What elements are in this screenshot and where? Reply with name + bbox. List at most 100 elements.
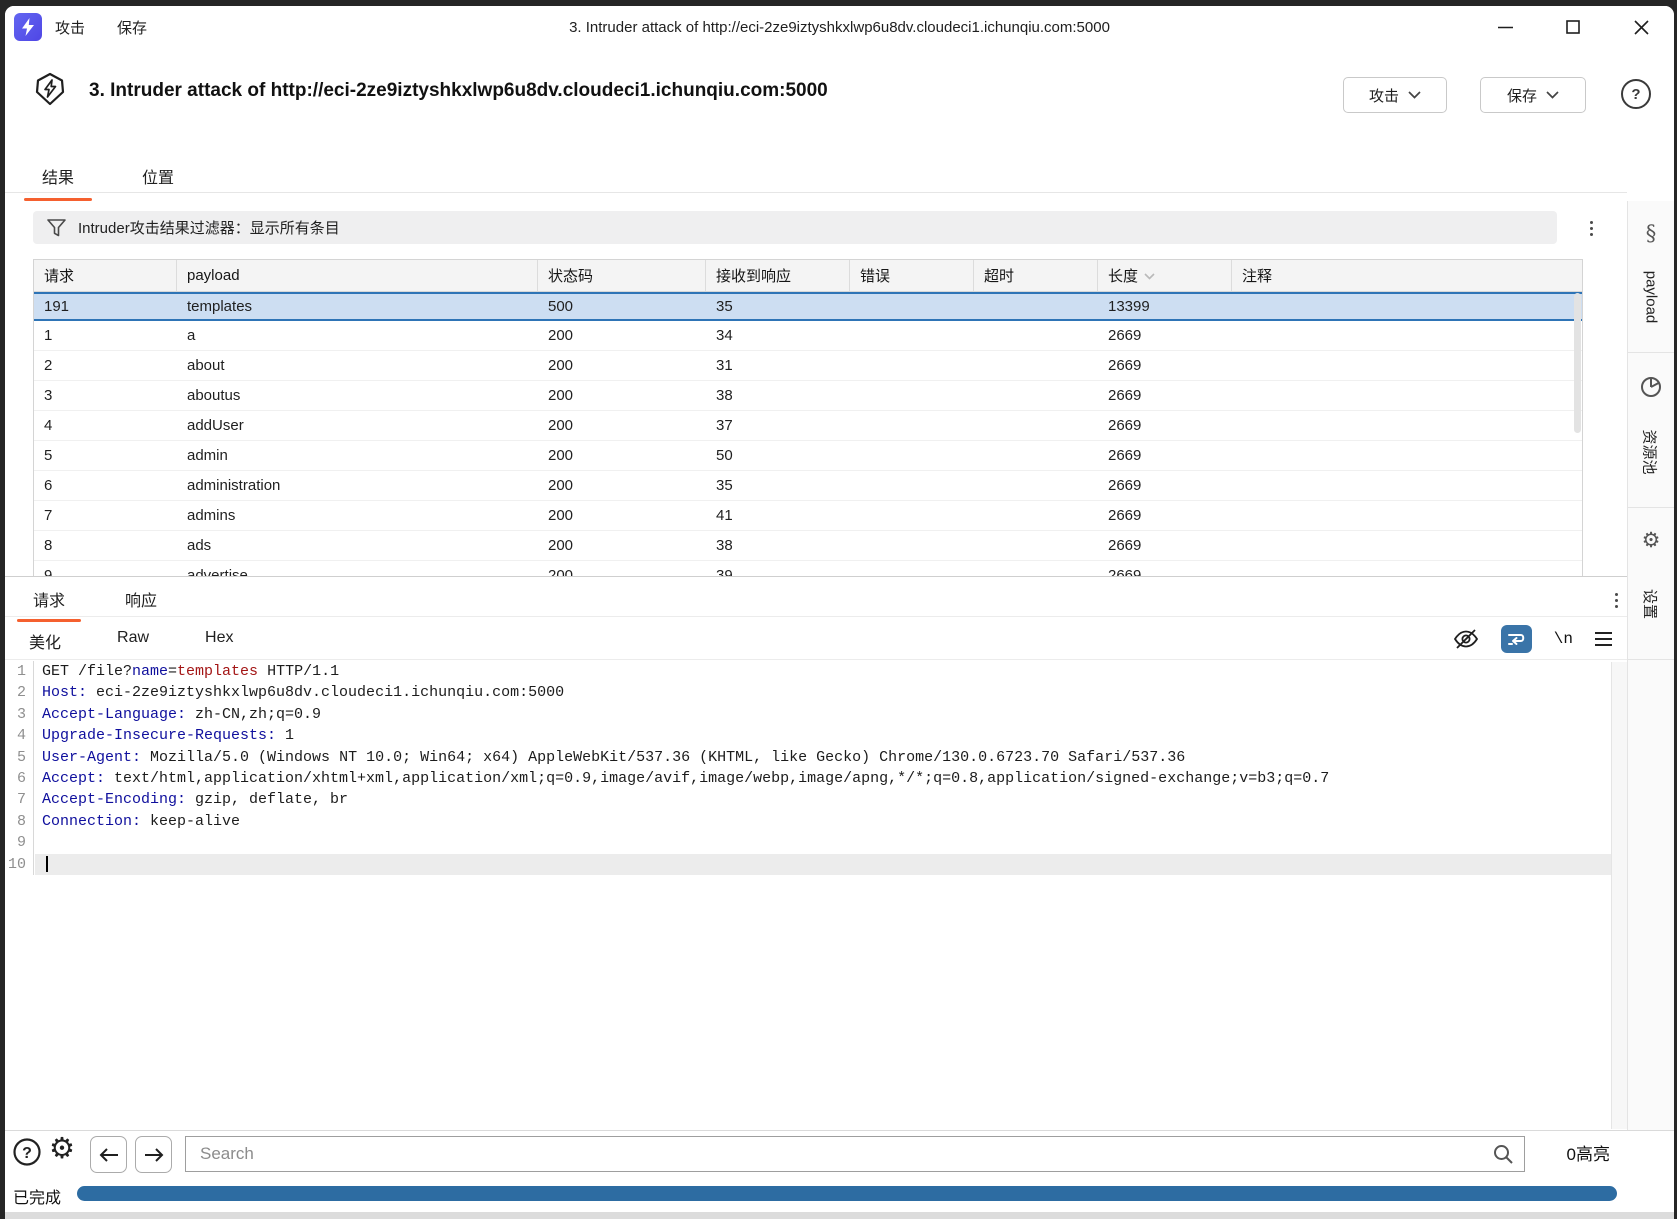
line-content: Connection: keep-alive bbox=[34, 811, 240, 832]
cell-request: 6 bbox=[34, 471, 177, 500]
cell-status: 200 bbox=[538, 381, 706, 410]
view-tab-1[interactable]: Raw bbox=[111, 626, 155, 663]
filter-label: Intruder攻击结果过滤器：显示所有条目 bbox=[78, 217, 340, 238]
pie-icon bbox=[1639, 375, 1663, 399]
cell-request: 5 bbox=[34, 441, 177, 470]
save-dropdown-button[interactable]: 保存 bbox=[1480, 77, 1586, 113]
tab-0[interactable]: 结果 bbox=[32, 158, 84, 200]
cell-status: 200 bbox=[538, 471, 706, 500]
sidebar-item-label: 设置 bbox=[1644, 589, 1658, 619]
table-row[interactable]: 2about200312669 bbox=[34, 351, 1582, 381]
cell-length: 2669 bbox=[1098, 561, 1232, 577]
filter-more-icon[interactable] bbox=[1581, 216, 1601, 240]
menu-attack[interactable]: 攻击 bbox=[55, 17, 85, 38]
request-editor[interactable]: 1GET /file?name=templates HTTP/1.12Host:… bbox=[5, 661, 1627, 1130]
cell-received: 41 bbox=[706, 501, 850, 530]
cell-request: 191 bbox=[34, 294, 177, 319]
table-row[interactable]: 7admins200412669 bbox=[34, 501, 1582, 531]
titlebar: 攻击 保存 3. Intruder attack of http://eci-2… bbox=[5, 6, 1674, 48]
yakit-logo-icon bbox=[34, 72, 66, 110]
line-number: 6 bbox=[5, 768, 34, 789]
help-icon[interactable]: ? bbox=[1621, 79, 1651, 109]
cell-length: 2669 bbox=[1098, 441, 1232, 470]
table-row[interactable]: 1a200342669 bbox=[34, 321, 1582, 351]
menu-save[interactable]: 保存 bbox=[117, 17, 147, 38]
column-header-0[interactable]: 请求 bbox=[34, 260, 177, 291]
sidebar-item-settings[interactable]: ⚙ 设置 bbox=[1628, 508, 1674, 660]
line-content: User-Agent: Mozilla/5.0 (Windows NT 10.0… bbox=[34, 747, 1185, 768]
editor-scrollbar[interactable] bbox=[1611, 662, 1627, 1129]
page-title: 3. Intruder attack of http://eci-2ze9izt… bbox=[89, 80, 828, 102]
progress-bar bbox=[77, 1186, 1617, 1201]
maximize-button[interactable] bbox=[1560, 14, 1586, 40]
line-number: 1 bbox=[5, 661, 34, 682]
cell-payload: a bbox=[177, 321, 538, 350]
table-scrollbar[interactable] bbox=[1574, 293, 1581, 433]
column-header-3[interactable]: 接收到响应 bbox=[706, 260, 850, 291]
cell-length: 2669 bbox=[1098, 471, 1232, 500]
prev-match-button[interactable] bbox=[90, 1136, 127, 1173]
help-icon[interactable]: ? bbox=[12, 1137, 42, 1171]
table-row[interactable]: 8ads200382669 bbox=[34, 531, 1582, 561]
search-input[interactable] bbox=[186, 1144, 1492, 1164]
next-match-button[interactable] bbox=[135, 1136, 172, 1173]
sidebar-item-resource-pool[interactable]: 资源池 bbox=[1628, 353, 1674, 508]
view-mode-tabs: 美化 Raw Hex bbox=[23, 626, 239, 663]
attack-dropdown-button[interactable]: 攻击 bbox=[1343, 77, 1447, 113]
column-header-6[interactable]: 长度 bbox=[1098, 260, 1232, 291]
close-button[interactable] bbox=[1628, 14, 1654, 40]
cell-request: 7 bbox=[34, 501, 177, 530]
sidebar-item-label: 资源池 bbox=[1644, 429, 1658, 474]
sidebar-item-label: payload bbox=[1644, 271, 1658, 324]
line-number: 7 bbox=[5, 789, 34, 810]
cell-error bbox=[850, 441, 974, 470]
cell-received: 38 bbox=[706, 381, 850, 410]
view-tab-0[interactable]: 美化 bbox=[23, 626, 67, 663]
minimize-button[interactable] bbox=[1492, 14, 1518, 40]
line-content: GET /file?name=templates HTTP/1.1 bbox=[34, 661, 339, 682]
filter-bar[interactable]: Intruder攻击结果过滤器：显示所有条目 bbox=[33, 211, 1557, 244]
panel-more-icon[interactable] bbox=[1606, 588, 1626, 612]
cell-received: 31 bbox=[706, 351, 850, 380]
word-wrap-icon[interactable] bbox=[1501, 625, 1532, 653]
editor-line: 6Accept: text/html,application/xhtml+xml… bbox=[5, 768, 1627, 789]
cell-timeout bbox=[974, 471, 1098, 500]
view-tab-2[interactable]: Hex bbox=[199, 626, 239, 663]
line-content: Accept: text/html,application/xhtml+xml,… bbox=[34, 768, 1329, 789]
cell-received: 34 bbox=[706, 321, 850, 350]
cell-note bbox=[1232, 351, 1582, 380]
table-row[interactable]: 5admin200502669 bbox=[34, 441, 1582, 471]
editor-line: 8Connection: keep-alive bbox=[5, 811, 1627, 832]
newline-toggle[interactable]: \n bbox=[1554, 630, 1573, 648]
table-row[interactable]: 4addUser200372669 bbox=[34, 411, 1582, 441]
cell-payload: templates bbox=[177, 294, 538, 319]
cell-length: 2669 bbox=[1098, 531, 1232, 560]
cell-payload: admins bbox=[177, 501, 538, 530]
cell-timeout bbox=[974, 294, 1098, 319]
panel-splitter[interactable] bbox=[5, 576, 1627, 577]
cell-timeout bbox=[974, 531, 1098, 560]
sidebar-item-payload[interactable]: § payload bbox=[1628, 201, 1674, 353]
gear-icon[interactable]: ⚙ bbox=[49, 1135, 75, 1164]
column-header-7[interactable]: 注释 bbox=[1232, 260, 1582, 291]
sort-chevron-icon bbox=[1144, 267, 1155, 284]
cell-status: 200 bbox=[538, 321, 706, 350]
editor-line: 3Accept-Language: zh-CN,zh;q=0.9 bbox=[5, 704, 1627, 725]
search-icon[interactable] bbox=[1492, 1143, 1514, 1165]
cell-length: 2669 bbox=[1098, 501, 1232, 530]
editor-menu-icon[interactable] bbox=[1595, 632, 1612, 646]
tab-1[interactable]: 位置 bbox=[132, 158, 184, 200]
table-row[interactable]: 6administration200352669 bbox=[34, 471, 1582, 501]
cell-status: 200 bbox=[538, 351, 706, 380]
column-header-1[interactable]: payload bbox=[177, 260, 538, 291]
table-row[interactable]: 3aboutus200382669 bbox=[34, 381, 1582, 411]
tabs-divider bbox=[5, 192, 1627, 193]
column-header-5[interactable]: 超时 bbox=[974, 260, 1098, 291]
eye-slash-icon[interactable] bbox=[1453, 627, 1479, 651]
table-row[interactable]: 9advertise200392669 bbox=[34, 561, 1582, 577]
cell-received: 39 bbox=[706, 561, 850, 577]
column-header-2[interactable]: 状态码 bbox=[538, 260, 706, 291]
column-header-4[interactable]: 错误 bbox=[850, 260, 974, 291]
table-row[interactable]: 191templates5003513399 bbox=[34, 292, 1582, 321]
cell-status: 200 bbox=[538, 411, 706, 440]
